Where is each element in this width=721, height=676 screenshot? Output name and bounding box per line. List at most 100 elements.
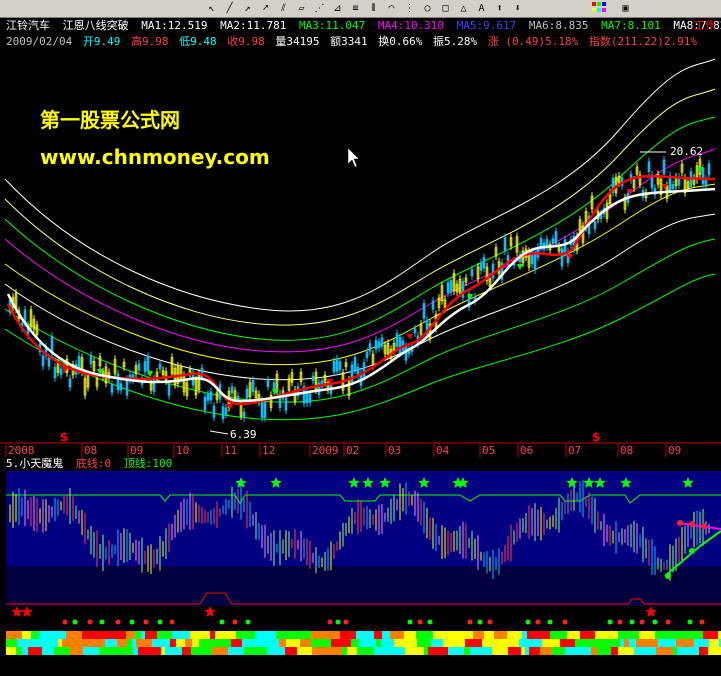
open-value: 开9.49 bbox=[82, 35, 121, 48]
signal-dot bbox=[232, 619, 238, 625]
month-label: 08 bbox=[84, 444, 97, 457]
arrow-line-icon[interactable]: ➚ bbox=[258, 1, 273, 15]
down-arrow-icon[interactable]: ⬇ bbox=[510, 1, 525, 15]
ray-icon[interactable]: ↗ bbox=[240, 1, 255, 15]
candle-body bbox=[374, 340, 378, 350]
date-value: 2009/02/04 bbox=[6, 35, 73, 48]
strip-segment bbox=[552, 647, 559, 655]
strip-segment bbox=[404, 631, 416, 639]
up-arrow-icon[interactable]: ⬆ bbox=[492, 1, 507, 15]
ma-band-4 bbox=[4, 148, 716, 353]
strip-segment bbox=[276, 631, 295, 639]
strip-segment bbox=[356, 631, 374, 639]
stock-name: 江铃汽车 bbox=[6, 19, 50, 32]
strip-segment bbox=[634, 647, 656, 655]
strip-segment bbox=[484, 631, 494, 639]
signal-dot bbox=[327, 619, 333, 625]
indicator-panel-name: 5.小天魔鬼 bbox=[6, 457, 64, 470]
rect-icon[interactable]: □ bbox=[438, 1, 453, 15]
bottom-line-value: 底线:0 bbox=[75, 457, 112, 470]
candle-body bbox=[41, 355, 45, 367]
candle-body bbox=[167, 383, 171, 396]
strip-segment bbox=[636, 639, 658, 647]
low-price-label: 6.39 bbox=[230, 428, 257, 441]
strip-segment bbox=[99, 647, 119, 655]
strip-segment bbox=[540, 647, 552, 655]
strip-segment bbox=[567, 631, 580, 639]
candle-body bbox=[158, 363, 162, 370]
strip-segment bbox=[82, 631, 105, 639]
strip-segment bbox=[597, 639, 620, 647]
strip-segment bbox=[431, 639, 443, 647]
signal-dot bbox=[467, 619, 473, 625]
signal-dot bbox=[169, 619, 175, 625]
bar-info-row: 2009/02/04 开9.49 高9.98 低9.48 收9.98 量3419… bbox=[6, 34, 721, 49]
ma4-value: MA4:10.310 bbox=[377, 19, 445, 32]
strip-segment bbox=[311, 639, 331, 647]
strip-segment bbox=[527, 631, 550, 639]
strip-segment bbox=[542, 639, 560, 647]
strip-segment bbox=[381, 639, 394, 647]
strip-segment bbox=[117, 639, 127, 647]
cycle-icon[interactable]: ⦀ bbox=[366, 1, 381, 15]
candle-body bbox=[353, 357, 357, 371]
ellipse-icon[interactable]: ○ bbox=[420, 1, 435, 15]
signal-dot bbox=[665, 619, 671, 625]
parallel-icon[interactable]: ⫽ bbox=[276, 1, 291, 15]
change-value: 涨 (0.49)5.18% bbox=[487, 35, 579, 48]
signal-dot bbox=[677, 520, 683, 526]
ma5-value: MA5:9.617 bbox=[456, 19, 517, 32]
sell-signal-marker: $ bbox=[592, 430, 600, 444]
fan-icon[interactable]: ⋰ bbox=[312, 1, 327, 15]
fib-icon[interactable]: ≡ bbox=[348, 1, 363, 15]
strip-segment bbox=[347, 647, 357, 655]
arc-icon[interactable]: ◠ bbox=[384, 1, 399, 15]
palette-icon[interactable] bbox=[590, 1, 612, 15]
oscillator-chart[interactable] bbox=[0, 471, 721, 676]
signal-dot bbox=[487, 619, 493, 625]
strip-segment bbox=[709, 639, 719, 647]
strip-segment bbox=[311, 631, 321, 639]
signal-dot bbox=[562, 619, 568, 625]
signal-dot bbox=[219, 619, 225, 625]
candle-body bbox=[338, 361, 342, 371]
speed-icon[interactable]: ⋮ bbox=[402, 1, 417, 15]
strip-segment bbox=[40, 639, 58, 647]
strip-segment bbox=[46, 631, 66, 639]
triangle-icon[interactable]: △ bbox=[456, 1, 471, 15]
strip-segment bbox=[85, 639, 105, 647]
candle-body bbox=[59, 368, 63, 376]
candle-body bbox=[203, 396, 207, 411]
watermark-url[interactable]: www.chnmoney.com bbox=[40, 145, 270, 169]
gann-icon[interactable]: ⊿ bbox=[330, 1, 345, 15]
candle-body bbox=[305, 392, 309, 404]
month-label: 12 bbox=[262, 444, 275, 457]
strip-segment bbox=[655, 631, 676, 639]
text-icon[interactable]: A bbox=[474, 1, 489, 15]
strip-segment bbox=[286, 639, 300, 647]
strip-segment bbox=[424, 647, 428, 655]
signal-arrow-icon bbox=[407, 334, 413, 340]
strip-segment bbox=[519, 639, 542, 647]
signal-dot bbox=[701, 523, 707, 529]
strip-segment bbox=[214, 639, 231, 647]
signal-dot bbox=[477, 619, 483, 625]
candle-body bbox=[245, 388, 249, 399]
strip-segment bbox=[54, 647, 70, 655]
candle-body bbox=[413, 328, 417, 334]
oscillator-lower-band bbox=[6, 566, 721, 606]
candle-body bbox=[377, 341, 381, 349]
strip-segment bbox=[550, 631, 567, 639]
cursor-icon[interactable]: ↖ bbox=[204, 1, 219, 15]
strip-segment bbox=[295, 631, 311, 639]
strip-segment bbox=[494, 631, 507, 639]
strip-segment bbox=[42, 647, 54, 655]
line-icon[interactable]: ╱ bbox=[222, 1, 237, 15]
ma-band-8 bbox=[4, 273, 716, 421]
tool-label[interactable]: 工作 bbox=[694, 18, 716, 34]
save-icon[interactable]: ▣ bbox=[618, 1, 633, 15]
strip-segment bbox=[190, 631, 210, 639]
signal-dot bbox=[87, 619, 93, 625]
candlesticks bbox=[8, 155, 711, 424]
channel-icon[interactable]: ▱ bbox=[294, 1, 309, 15]
